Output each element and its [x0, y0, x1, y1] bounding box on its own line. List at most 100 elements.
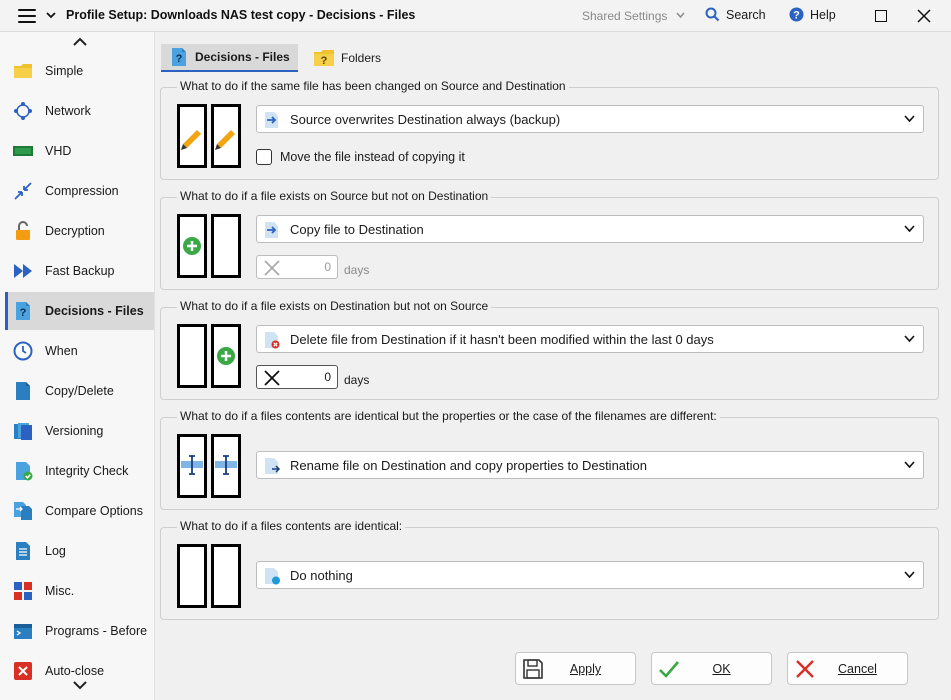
sidebar-item-when[interactable]: When — [5, 332, 154, 370]
hamburger-menu-icon[interactable] — [18, 9, 36, 23]
identical-icon — [177, 544, 241, 608]
shared-settings-menu[interactable]: Shared Settings — [582, 9, 667, 23]
do-nothing-file-icon — [265, 568, 280, 585]
apply-button[interactable]: Apply — [515, 652, 636, 685]
question-file-icon: ? — [16, 302, 30, 320]
chevron-down-icon — [904, 115, 915, 123]
sidebar-item-label: VHD — [45, 144, 72, 158]
sidebar-item-fast-backup[interactable]: Fast Backup — [5, 252, 154, 290]
question-folder-icon: ? — [314, 50, 334, 67]
sidebar-item-label: Copy/Delete — [45, 384, 114, 398]
sidebar-item-simple[interactable]: Simple — [5, 52, 154, 90]
sidebar-item-label: Misc. — [45, 584, 75, 598]
maximize-button[interactable] — [875, 10, 887, 22]
days-value: 0 — [324, 260, 331, 274]
versions-icon — [14, 423, 32, 440]
title-bar: Profile Setup: Downloads NAS test copy -… — [0, 0, 951, 32]
file-icon — [16, 382, 30, 400]
log-icon — [16, 542, 30, 560]
compare-icon — [14, 502, 32, 520]
chevron-down-icon[interactable] — [676, 12, 685, 19]
sidebar-item-decryption[interactable]: Decryption — [5, 212, 154, 250]
folder-icon — [14, 64, 32, 78]
sidebar: Simple Network VHD Compression Decryptio… — [0, 32, 155, 700]
sidebar-item-compare-options[interactable]: Compare Options — [5, 492, 154, 530]
check-file-icon — [16, 462, 33, 481]
clear-icon — [264, 370, 280, 386]
sidebar-item-network[interactable]: Network — [5, 92, 154, 130]
sidebar-item-integrity-check[interactable]: Integrity Check — [5, 452, 154, 490]
move-instead-checkbox[interactable]: Move the file instead of copying it — [256, 149, 465, 165]
rename-properties-icon — [177, 434, 241, 498]
checkbox-box[interactable] — [256, 149, 272, 165]
group-changed-both: What to do if the same file has been cha… — [160, 79, 939, 180]
group-title: What to do if a files contents are ident… — [177, 519, 406, 533]
group-properties-differ: What to do if a files contents are ident… — [160, 409, 939, 510]
destination-only-days-input[interactable]: 0 — [256, 365, 338, 389]
search-button[interactable]: Search — [705, 7, 766, 22]
scroll-down-icon[interactable] — [73, 680, 87, 690]
scroll-up-icon[interactable] — [73, 37, 87, 47]
tab-folders[interactable]: ? Folders — [305, 44, 395, 72]
sidebar-item-decisions-files[interactable]: ? Decisions - Files — [5, 292, 154, 330]
source-only-action-select[interactable]: Copy file to Destination — [256, 215, 924, 243]
group-title: What to do if the same file has been cha… — [177, 79, 569, 93]
window-title: Profile Setup: Downloads NAS test copy -… — [66, 8, 416, 22]
days-label: days — [344, 373, 370, 387]
chevron-down-icon — [904, 461, 915, 469]
programs-icon — [14, 624, 32, 639]
sidebar-item-programs-before[interactable]: Programs - Before — [5, 612, 154, 650]
select-value: Do nothing — [290, 568, 353, 583]
sidebar-item-label: Versioning — [45, 424, 104, 438]
rename-file-icon — [265, 458, 281, 474]
chevron-down-icon — [904, 225, 915, 233]
destination-only-icon — [177, 324, 241, 388]
tab-decisions-files[interactable]: ? Decisions - Files — [161, 44, 298, 72]
source-only-icon — [177, 214, 241, 278]
sidebar-item-label: Compare Options — [45, 504, 143, 518]
help-label: Help — [810, 7, 836, 22]
sidebar-item-label: When — [45, 344, 78, 358]
destination-only-action-select[interactable]: Delete file from Destination if it hasn'… — [256, 325, 924, 353]
days-value: 0 — [324, 370, 331, 384]
help-icon: ? — [789, 7, 804, 22]
select-value: Copy file to Destination — [290, 222, 424, 237]
sidebar-item-log[interactable]: Log — [5, 532, 154, 570]
sidebar-item-compression[interactable]: Compression — [5, 172, 154, 210]
misc-icon — [14, 582, 32, 600]
clock-icon — [13, 341, 33, 361]
properties-action-select[interactable]: Rename file on Destination and copy prop… — [256, 451, 924, 479]
vhd-icon — [13, 146, 33, 156]
ok-button[interactable]: OK — [651, 652, 772, 685]
days-label: days — [344, 263, 370, 277]
identical-action-select[interactable]: Do nothing — [256, 561, 924, 589]
both-changed-icon — [177, 104, 241, 168]
chevron-down-icon — [904, 571, 915, 579]
network-icon — [14, 102, 32, 120]
svg-text:?: ? — [20, 307, 27, 319]
sidebar-item-label: Decisions - Files — [45, 304, 144, 318]
sidebar-item-label: Auto-close — [45, 664, 105, 678]
sidebar-item-label: Programs - Before — [45, 624, 148, 638]
help-button[interactable]: ? Help — [789, 7, 836, 22]
select-value: Rename file on Destination and copy prop… — [290, 458, 647, 473]
fast-forward-icon — [14, 264, 32, 278]
sidebar-item-versioning[interactable]: Versioning — [5, 412, 154, 450]
group-source-only: What to do if a file exists on Source bu… — [160, 189, 939, 290]
sidebar-item-label: Simple — [45, 64, 84, 78]
sidebar-item-label: Integrity Check — [45, 464, 129, 478]
changed-action-select[interactable]: Source overwrites Destination always (ba… — [256, 105, 924, 133]
sidebar-item-misc[interactable]: Misc. — [5, 572, 154, 610]
chevron-down-icon — [904, 335, 915, 343]
sidebar-item-vhd[interactable]: VHD — [5, 132, 154, 170]
group-destination-only: What to do if a file exists on Destinati… — [160, 299, 939, 400]
close-icon[interactable] — [917, 9, 931, 23]
button-label: OK — [712, 662, 731, 676]
tab-label: Decisions - Files — [195, 50, 290, 64]
sidebar-item-copy-delete[interactable]: Copy/Delete — [5, 372, 154, 410]
cancel-button[interactable]: Cancel — [787, 652, 908, 685]
compression-icon — [14, 182, 32, 200]
chevron-down-icon[interactable] — [46, 10, 56, 20]
source-only-days-input[interactable]: 0 — [256, 255, 338, 279]
sidebar-item-label: Decryption — [45, 224, 105, 238]
